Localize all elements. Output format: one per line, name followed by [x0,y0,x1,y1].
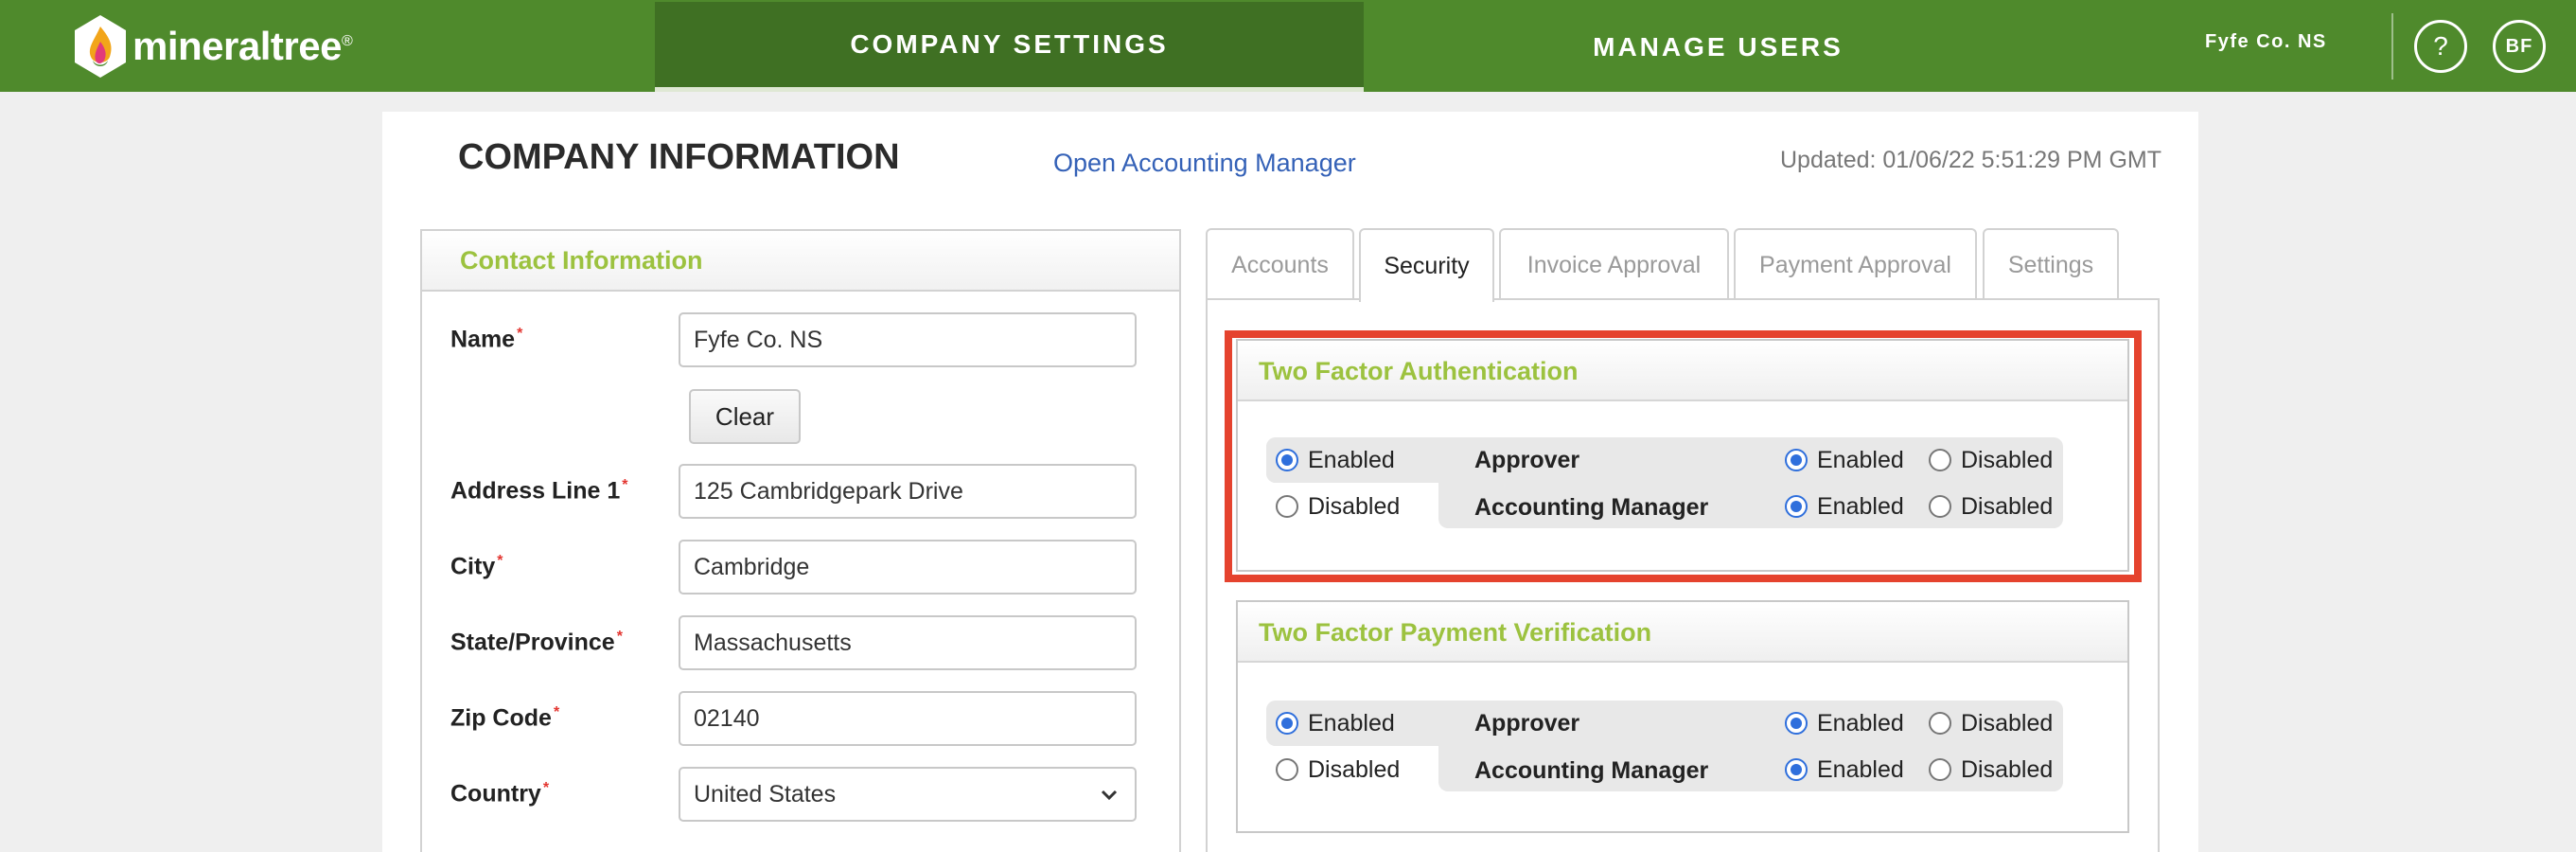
help-icon: ? [2433,31,2448,61]
accounting-manager-disabled-label: Disabled [1961,756,2054,783]
contact-information-title: Contact Information [460,246,703,275]
header-divider [2391,13,2393,80]
approver-enabled-label: Enabled [1817,447,1904,473]
approver-label: Approver [1474,447,1580,473]
tpv-enabled-label: Enabled [1308,710,1395,737]
two-factor-payment-verification-header: Two Factor Payment Verification [1238,602,2127,663]
contact-information-panel: Contact Information Name * Fyfe Co. NS Cl… [420,229,1181,852]
section-title: Two Factor Payment Verification [1259,618,1652,647]
required-asterisk: * [553,704,560,720]
two-factor-payment-verification-section: Two Factor Payment Verification Enabled … [1236,600,2129,833]
brand-name: mineraltree® [132,24,353,68]
flame-logo-icon [75,15,126,78]
required-asterisk: * [542,780,550,796]
accounting-manager-label: Accounting Manager [1474,494,1709,521]
open-accounting-manager-link[interactable]: Open Accounting Manager [1053,149,1356,178]
country-select[interactable]: United States [679,767,1137,822]
approver-enabled-radio[interactable] [1785,449,1808,471]
tpv-disabled-radio[interactable] [1276,758,1298,781]
accounting-manager-disabled-radio[interactable] [1929,758,1951,781]
contact-information-header: Contact Information [422,231,1179,292]
accounting-manager-label: Accounting Manager [1474,757,1709,784]
approver-enabled-label: Enabled [1817,710,1904,737]
name-label: Name * [450,326,523,353]
zip-code-input[interactable]: 02140 [679,691,1137,746]
city-label: City * [450,553,503,580]
name-input[interactable]: Fyfe Co. NS [679,312,1137,367]
accounting-manager-enabled-label: Enabled [1817,756,1904,783]
state-province-input[interactable]: Massachusetts [679,615,1137,670]
help-button[interactable]: ? [2414,20,2467,73]
two-factor-authentication-header: Two Factor Authentication [1238,341,2127,401]
mineraltree-logo[interactable]: mineraltree® [72,13,353,80]
tfa-enabled-radio[interactable] [1276,449,1298,471]
tpv-disabled-label: Disabled [1308,756,1401,783]
approver-disabled-label: Disabled [1961,447,2054,473]
approver-disabled-radio[interactable] [1929,449,1951,471]
last-updated-timestamp: Updated: 01/06/22 5:51:29 PM GMT [1779,147,2161,173]
tab-settings[interactable]: Settings [1983,228,2119,300]
tab-security[interactable]: Security [1359,228,1494,302]
tab-payment-approval[interactable]: Payment Approval [1734,228,1977,300]
approver-disabled-label: Disabled [1961,710,2054,737]
two-factor-authentication-section: Two Factor Authentication Enabled Disabl… [1236,339,2129,572]
chevron-down-icon [1101,790,1118,801]
country-label: Country * [450,780,550,808]
tfa-disabled-radio[interactable] [1276,495,1298,518]
address-line-1-input[interactable]: 125 Cambridgepark Drive [679,464,1137,519]
country-selected-value: United States [694,780,837,808]
nav-manage-users[interactable]: MANAGE USERS [1364,2,2073,92]
required-asterisk: * [497,553,503,569]
tfa-enabled-label: Enabled [1308,447,1395,473]
accounting-manager-disabled-radio[interactable] [1929,495,1951,518]
required-asterisk: * [616,629,623,645]
section-title: Two Factor Authentication [1259,357,1579,385]
approver-label: Approver [1474,710,1580,737]
current-company-name[interactable]: Fyfe Co. NS [2205,31,2327,53]
state-province-label: State/Province * [450,629,623,656]
page-title: COMPANY INFORMATION [458,137,900,177]
required-asterisk: * [517,326,523,342]
accounting-manager-enabled-radio[interactable] [1785,758,1808,781]
tab-accounts[interactable]: Accounts [1206,228,1354,300]
tpv-enabled-radio[interactable] [1276,712,1298,735]
user-avatar-button[interactable]: BF [2493,20,2546,73]
accounting-manager-enabled-label: Enabled [1817,493,1904,520]
accounting-manager-enabled-radio[interactable] [1785,495,1808,518]
approver-enabled-radio[interactable] [1785,712,1808,735]
approver-disabled-radio[interactable] [1929,712,1951,735]
city-input[interactable]: Cambridge [679,540,1137,595]
required-asterisk: * [622,477,628,493]
nav-company-settings[interactable]: COMPANY SETTINGS [655,2,1364,92]
tfa-disabled-label: Disabled [1308,493,1401,520]
accounting-manager-disabled-label: Disabled [1961,493,2054,520]
address-line-1-label: Address Line 1 * [450,477,628,505]
tab-invoice-approval[interactable]: Invoice Approval [1499,228,1729,300]
top-navigation-bar: mineraltree® COMPANY SETTINGS MANAGE USE… [0,0,2576,92]
zip-code-label: Zip Code * [450,704,560,732]
clear-button[interactable]: Clear [689,389,801,444]
